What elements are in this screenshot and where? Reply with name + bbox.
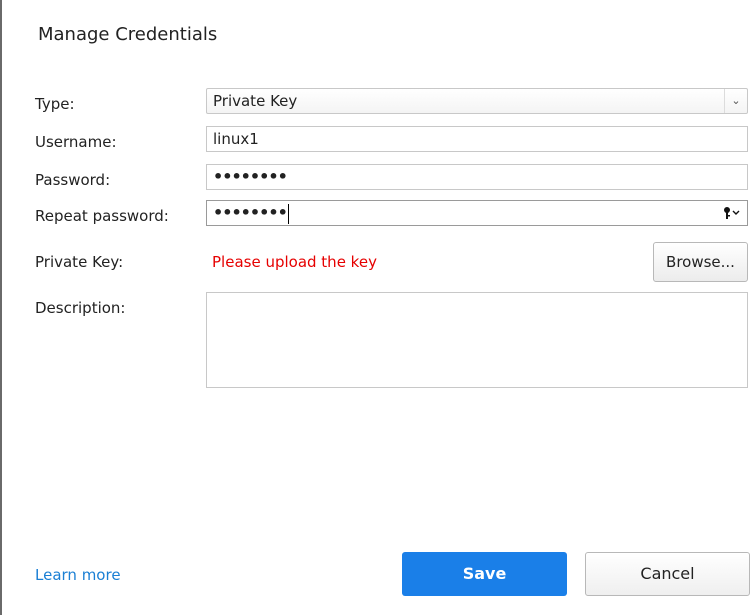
save-button[interactable]: Save — [402, 552, 567, 596]
chevron-down-icon[interactable]: ⌄ — [724, 89, 747, 113]
type-select-value: Private Key — [213, 92, 298, 110]
username-label: Username: — [35, 133, 117, 151]
password-input[interactable]: •••••••• — [206, 164, 748, 190]
description-textarea[interactable] — [206, 292, 748, 388]
private-key-label: Private Key: — [35, 253, 124, 271]
manage-credentials-dialog: Manage Credentials Type: Private Key ⌄ U… — [0, 0, 754, 615]
password-value: •••••••• — [213, 167, 288, 186]
repeat-password-label: Repeat password: — [35, 207, 169, 225]
key-icon[interactable] — [723, 201, 741, 225]
type-select[interactable]: Private Key ⌄ — [206, 88, 748, 114]
private-key-error: Please upload the key — [212, 253, 377, 271]
browse-button[interactable]: Browse... — [653, 242, 748, 282]
dialog-title: Manage Credentials — [38, 24, 218, 45]
text-cursor — [287, 203, 289, 224]
password-label: Password: — [35, 171, 111, 189]
username-input[interactable]: linux1 — [206, 126, 748, 152]
type-label: Type: — [35, 95, 75, 113]
repeat-password-input[interactable]: •••••••• — [206, 200, 748, 226]
learn-more-link[interactable]: Learn more — [35, 566, 121, 584]
description-label: Description: — [35, 299, 126, 317]
username-value: linux1 — [213, 130, 259, 148]
cancel-button[interactable]: Cancel — [585, 552, 750, 596]
repeat-password-value: •••••••• — [213, 203, 288, 222]
